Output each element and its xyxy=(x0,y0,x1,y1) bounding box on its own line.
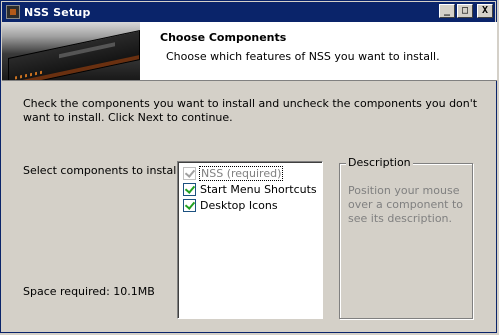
components-tree-inner: NSS (required) Start Menu Shortcuts Desk… xyxy=(178,162,322,318)
nss-app-icon[interactable] xyxy=(6,5,20,19)
wizard-header: Choose Components Choose which features … xyxy=(2,22,497,81)
product-box-shape xyxy=(8,29,140,80)
setup-window: NSS Setup _ □ X Choose Components Choose… xyxy=(0,0,497,333)
page-subtitle: Choose which features of NSS you want to… xyxy=(166,50,440,63)
component-label: NSS (required) xyxy=(199,166,284,181)
window-title: NSS Setup xyxy=(24,5,91,19)
product-box-image xyxy=(2,22,140,80)
component-row-start-menu-shortcuts[interactable]: Start Menu Shortcuts xyxy=(183,182,318,197)
space-required-label: Space required: 10.1MB xyxy=(23,285,155,298)
instructions-text: Check the components you want to install… xyxy=(23,97,478,124)
description-groupbox: Description Position your mouse over a c… xyxy=(339,156,473,319)
close-button[interactable]: X xyxy=(477,4,493,18)
select-components-label: Select components to install: xyxy=(23,164,184,177)
components-tree[interactable]: NSS (required) Start Menu Shortcuts Desk… xyxy=(177,161,323,319)
component-row-desktop-icons[interactable]: Desktop Icons xyxy=(183,198,279,213)
maximize-button[interactable]: □ xyxy=(457,4,473,18)
window-controls: _ □ X xyxy=(439,4,493,18)
description-text: Position your mouse over a component to … xyxy=(348,184,464,225)
component-label: Start Menu Shortcuts xyxy=(200,183,317,196)
title-bar[interactable]: NSS Setup _ □ X xyxy=(2,2,495,22)
page-title: Choose Components xyxy=(160,31,287,44)
minimize-button[interactable]: _ xyxy=(439,4,455,18)
checkbox-checked-icon[interactable] xyxy=(183,167,196,180)
checkbox-checked-icon[interactable] xyxy=(183,183,196,196)
description-legend: Description xyxy=(346,156,413,169)
component-row-nss[interactable]: NSS (required) xyxy=(183,166,284,181)
checkbox-checked-icon[interactable] xyxy=(183,199,196,212)
component-label: Desktop Icons xyxy=(200,199,278,212)
product-box-strip xyxy=(59,42,115,59)
